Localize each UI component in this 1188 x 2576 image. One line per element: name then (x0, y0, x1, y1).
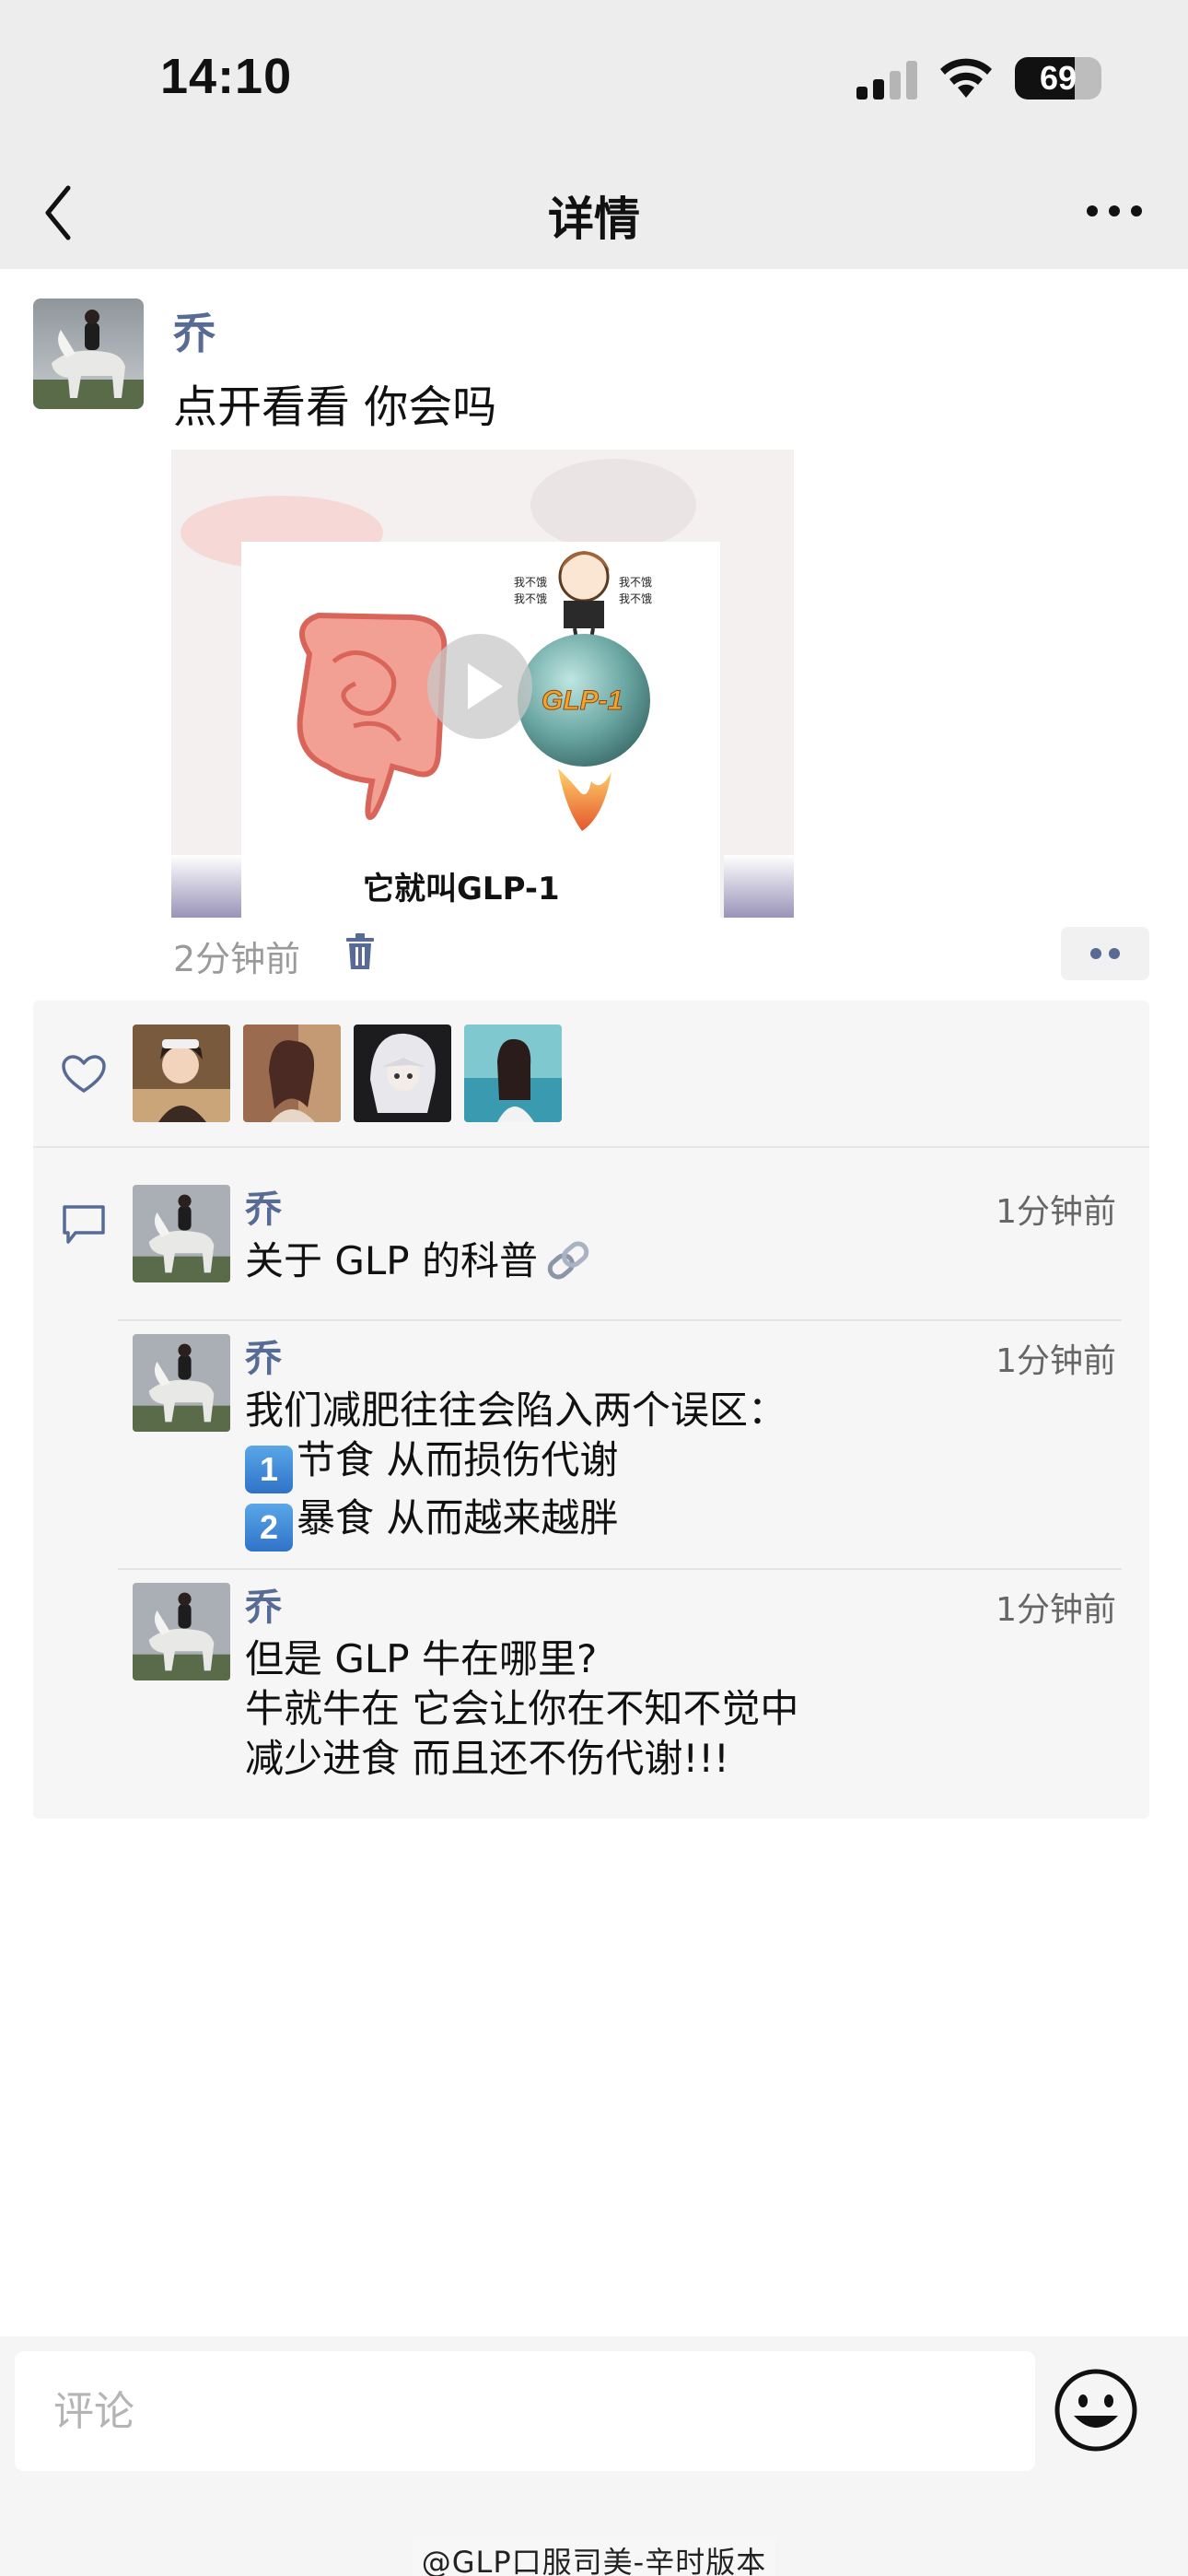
more-dots-icon[interactable] (1085, 197, 1144, 225)
heart-icon (62, 1055, 106, 1093)
moments-detail-page: 14:10 69 详情 乔 点开看看 你会吗 我不饿 我不饿 我不饿 我不饿 G… (0, 0, 1188, 2576)
battery-level: 69 (1039, 59, 1077, 97)
post-author-name[interactable]: 乔 (173, 300, 215, 361)
comment-line: 关于 GLP 的科普 (245, 1236, 1092, 1286)
speech-1: 我不饿 (514, 576, 547, 589)
comment-time: 1分钟前 (996, 1342, 1116, 1380)
comment-line: 牛就牛在 它会让你在不知不觉中 (245, 1686, 799, 1731)
comment-line: 但是 GLP 牛在哪里? (245, 1636, 598, 1681)
status-bar: 14:10 69 (0, 0, 1188, 157)
comment-time: 1分钟前 (996, 1193, 1116, 1231)
like-avatar[interactable] (133, 1025, 230, 1122)
comment-divider (118, 1568, 1122, 1570)
speech-4: 我不饿 (619, 592, 652, 605)
watermark: @GLP口服司美-辛时版本 (0, 2539, 1188, 2576)
speech-3: 我不饿 (619, 576, 652, 589)
like-avatar[interactable] (243, 1025, 341, 1122)
comment-text: 但是 GLP 牛在哪里? 牛就牛在 它会让你在不知不觉中 减少进食 而且还不伤代… (245, 1634, 1092, 1784)
interaction-panel: 乔 1分钟前 关于 GLP 的科普 乔 1分钟前 我们减肥往往会陷入两个误区： … (33, 1001, 1149, 1819)
comment-avatar[interactable] (133, 1583, 230, 1680)
comment-line: 1 节食 从而损伤代谢 (245, 1435, 1092, 1493)
post-author-avatar[interactable] (33, 299, 144, 409)
video-caption: 它就叫GLP-1 (363, 871, 560, 907)
battery-icon: 69 (1015, 57, 1101, 100)
comment-line: 减少进食 而且还不伤代谢!!! (245, 1736, 729, 1781)
comment-line: 2 暴食 从而越来越胖 (245, 1493, 1092, 1551)
speech-2: 我不饿 (514, 592, 547, 605)
play-icon (468, 663, 503, 709)
watermark-text: @GLP口服司美-辛时版本 (412, 2539, 776, 2576)
trash-icon[interactable] (344, 932, 376, 971)
comment-line: 我们减肥往往会陷入两个误区： (245, 1388, 787, 1433)
nav-bar: 详情 (0, 157, 1188, 269)
like-avatar[interactable] (464, 1025, 562, 1122)
glp-ball-label: GLP-1 (542, 685, 623, 716)
link-icon (547, 1241, 589, 1280)
signal-icon (856, 61, 917, 100)
comment-input-bar: @GLP口服司美-辛时版本 (0, 2336, 1188, 2576)
wifi-icon (940, 58, 992, 98)
post-options-button[interactable] (1061, 927, 1149, 980)
comment-avatar[interactable] (133, 1334, 230, 1432)
comment-avatar[interactable] (133, 1185, 230, 1282)
number-one-badge: 1 (245, 1446, 293, 1493)
comment-input[interactable] (15, 2351, 1035, 2471)
comment-divider (118, 1319, 1122, 1321)
comment-author[interactable]: 乔 (245, 1577, 282, 1631)
status-time: 14:10 (160, 49, 293, 104)
like-avatar[interactable] (354, 1025, 451, 1122)
comment-text: 我们减肥往往会陷入两个误区： 1 节食 从而损伤代谢 2 暴食 从而越来越胖 (245, 1386, 1092, 1551)
number-two-badge: 2 (245, 1504, 293, 1551)
two-dots-icon (1109, 948, 1120, 959)
post-time: 2分钟前 (173, 939, 301, 979)
comment-text: 关于 GLP 的科普 (245, 1236, 1092, 1286)
post-text: 点开看看 你会吗 (173, 381, 497, 433)
likes-divider (33, 1146, 1149, 1148)
comment-author[interactable]: 乔 (245, 1329, 282, 1382)
comment-icon (63, 1205, 105, 1244)
comment-author[interactable]: 乔 (245, 1179, 282, 1233)
smiley-icon[interactable] (1052, 2366, 1140, 2454)
page-title: 详情 (548, 193, 640, 246)
avatar-horse-rider-image (33, 299, 144, 409)
play-button[interactable] (427, 634, 532, 739)
comment-time: 1分钟前 (996, 1591, 1116, 1629)
two-dots-icon (1090, 948, 1101, 959)
